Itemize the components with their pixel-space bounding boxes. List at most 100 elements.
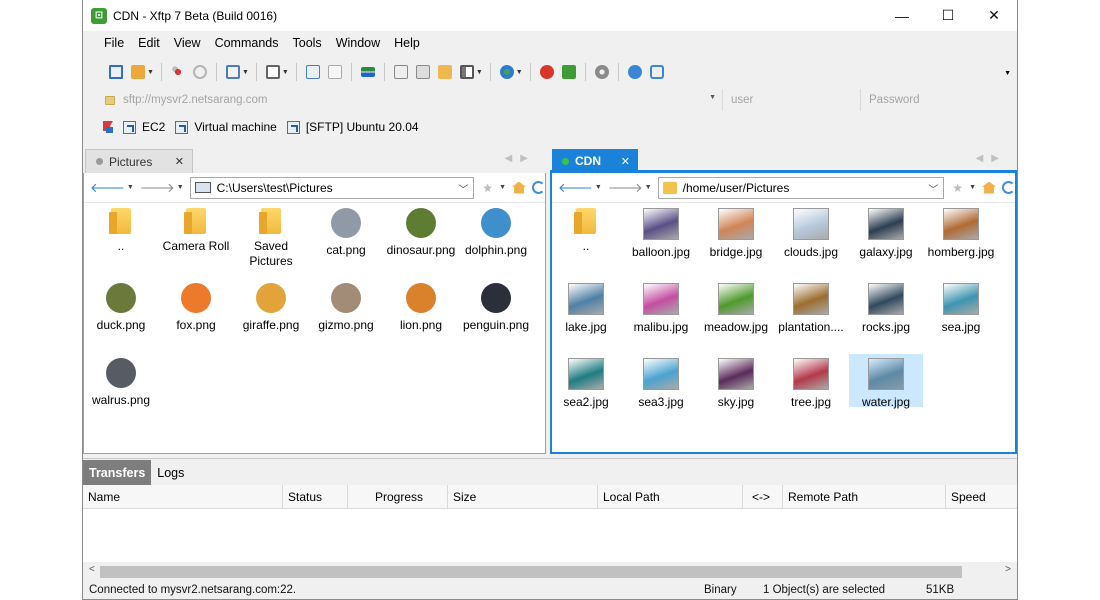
xshell-button[interactable] (536, 61, 558, 83)
disconnect-button[interactable] (167, 61, 189, 83)
column-status[interactable]: Status (283, 485, 348, 509)
refresh-icon[interactable] (1002, 181, 1015, 194)
tab-cdn[interactable]: CDN ✕ (552, 149, 638, 173)
file-item[interactable]: cat.png (309, 204, 383, 258)
forward-arrow-icon[interactable]: 🡒 (140, 180, 175, 196)
file-item[interactable]: penguin.png (459, 279, 533, 333)
file-item[interactable]: water.jpg (849, 354, 923, 409)
open-button[interactable] (127, 61, 149, 83)
chevron-down-icon[interactable]: ﹀ (928, 181, 938, 196)
favorites-dropdown-icon[interactable]: ▼ (499, 184, 506, 191)
link-sftp-ubuntu[interactable]: [SFTP] Ubuntu 20.04 (286, 120, 419, 134)
scroll-left-icon[interactable]: < (89, 564, 95, 575)
remote-path-field[interactable]: /home/user/Pictures ﹀ (657, 176, 945, 199)
host-address-field[interactable]: sftp://mysvr2.netsarang.com ▼ (97, 89, 722, 111)
back-dropdown-icon[interactable]: ▼ (595, 184, 602, 191)
file-item[interactable]: clouds.jpg (774, 204, 848, 260)
file-item[interactable]: homberg.jpg (924, 204, 998, 260)
new-session-button[interactable] (105, 61, 127, 83)
chat-button[interactable] (646, 61, 668, 83)
xftp-button[interactable] (558, 61, 580, 83)
horizontal-scrollbar[interactable]: < > (83, 562, 1017, 580)
star-icon[interactable]: ★ (952, 181, 963, 195)
menu-window[interactable]: Window (329, 36, 387, 50)
transfer-right-button[interactable] (324, 61, 346, 83)
file-item[interactable]: sea3.jpg (624, 354, 698, 410)
menu-view[interactable]: View (167, 36, 208, 50)
forward-arrow-icon[interactable]: 🡒 (608, 180, 643, 196)
tab-scroll-arrows[interactable]: ◀▶ (976, 153, 1007, 164)
reconnect-button[interactable] (189, 61, 211, 83)
file-item[interactable]: walrus.png (84, 354, 158, 408)
scrollbar-thumb[interactable] (100, 566, 962, 578)
menu-edit[interactable]: Edit (131, 36, 167, 50)
transfer-left-button[interactable] (302, 61, 324, 83)
column-speed[interactable]: Speed (946, 485, 1017, 509)
encoding-button[interactable] (496, 61, 518, 83)
session-properties-button[interactable] (222, 61, 244, 83)
folder-item[interactable]: Camera Roll (159, 204, 233, 254)
file-item[interactable]: gizmo.png (309, 279, 383, 333)
new-folder-button[interactable] (434, 61, 456, 83)
column-local-path[interactable]: Local Path (598, 485, 743, 509)
column-direction[interactable]: <-> (743, 485, 783, 509)
forward-dropdown-icon[interactable]: ▼ (645, 184, 652, 191)
file-item[interactable]: meadow.jpg (699, 279, 773, 335)
file-item[interactable]: sea.jpg (924, 279, 998, 335)
menu-file[interactable]: File (97, 36, 131, 50)
home-icon[interactable] (512, 181, 526, 194)
paste-button[interactable] (412, 61, 434, 83)
file-item[interactable]: tree.jpg (774, 354, 848, 410)
back-dropdown-icon[interactable]: ▼ (127, 184, 134, 191)
minimize-button[interactable]: — (879, 0, 925, 31)
maximize-button[interactable]: ☐ (925, 0, 971, 31)
file-item[interactable]: lake.jpg (549, 279, 623, 335)
back-arrow-icon[interactable]: 🡐 (90, 180, 125, 196)
menu-commands[interactable]: Commands (208, 36, 286, 50)
folder-item[interactable]: .. (549, 204, 623, 254)
file-item[interactable]: rocks.jpg (849, 279, 923, 335)
file-item[interactable]: giraffe.png (234, 279, 308, 333)
refresh-icon[interactable] (532, 181, 545, 194)
close-tab-icon[interactable]: ✕ (175, 155, 184, 168)
close-tab-icon[interactable]: ✕ (621, 155, 630, 168)
file-item[interactable]: dolphin.png (459, 204, 533, 258)
toolbar-overflow-icon[interactable]: ▼ (1004, 70, 1011, 77)
folder-item[interactable]: .. (84, 204, 158, 254)
home-icon[interactable] (982, 181, 996, 194)
copy-button[interactable] (390, 61, 412, 83)
file-item[interactable]: bridge.jpg (699, 204, 773, 260)
help-button[interactable] (624, 61, 646, 83)
back-arrow-icon[interactable]: 🡐 (558, 180, 593, 196)
folder-item[interactable]: Saved Pictures (234, 204, 308, 269)
view-mode-button[interactable] (456, 61, 478, 83)
menu-help[interactable]: Help (387, 36, 427, 50)
options-button[interactable] (591, 61, 613, 83)
password-field[interactable]: Password (860, 89, 1000, 111)
username-field[interactable]: user (722, 89, 860, 111)
file-item[interactable]: balloon.jpg (624, 204, 698, 260)
tab-scroll-arrows[interactable]: ◀▶ (505, 153, 536, 164)
file-item[interactable]: plantation.... (774, 279, 848, 335)
tab-pictures[interactable]: Pictures ✕ (85, 149, 193, 173)
terminal-button[interactable] (262, 61, 284, 83)
forward-dropdown-icon[interactable]: ▼ (177, 184, 184, 191)
file-item[interactable]: lion.png (384, 279, 458, 333)
favorites-dropdown-icon[interactable]: ▼ (969, 184, 976, 191)
link-virtual-machine[interactable]: Virtual machine (175, 120, 277, 134)
column-name[interactable]: Name (83, 485, 283, 509)
local-path-field[interactable]: C:\Users\test\Pictures ﹀ (189, 176, 475, 199)
file-item[interactable]: dinosaur.png (384, 204, 458, 258)
file-item[interactable]: fox.png (159, 279, 233, 333)
sync-button[interactable] (357, 61, 379, 83)
column-remote-path[interactable]: Remote Path (783, 485, 946, 509)
menu-tools[interactable]: Tools (286, 36, 329, 50)
column-size[interactable]: Size (448, 485, 598, 509)
chevron-down-icon[interactable]: ﹀ (458, 181, 468, 196)
close-window-button[interactable]: ✕ (971, 0, 1017, 31)
link-ec2[interactable]: EC2 (123, 120, 165, 134)
column-progress[interactable]: Progress (348, 485, 448, 509)
file-item[interactable]: malibu.jpg (624, 279, 698, 335)
file-item[interactable]: duck.png (84, 279, 158, 333)
tab-logs[interactable]: Logs (151, 460, 190, 485)
